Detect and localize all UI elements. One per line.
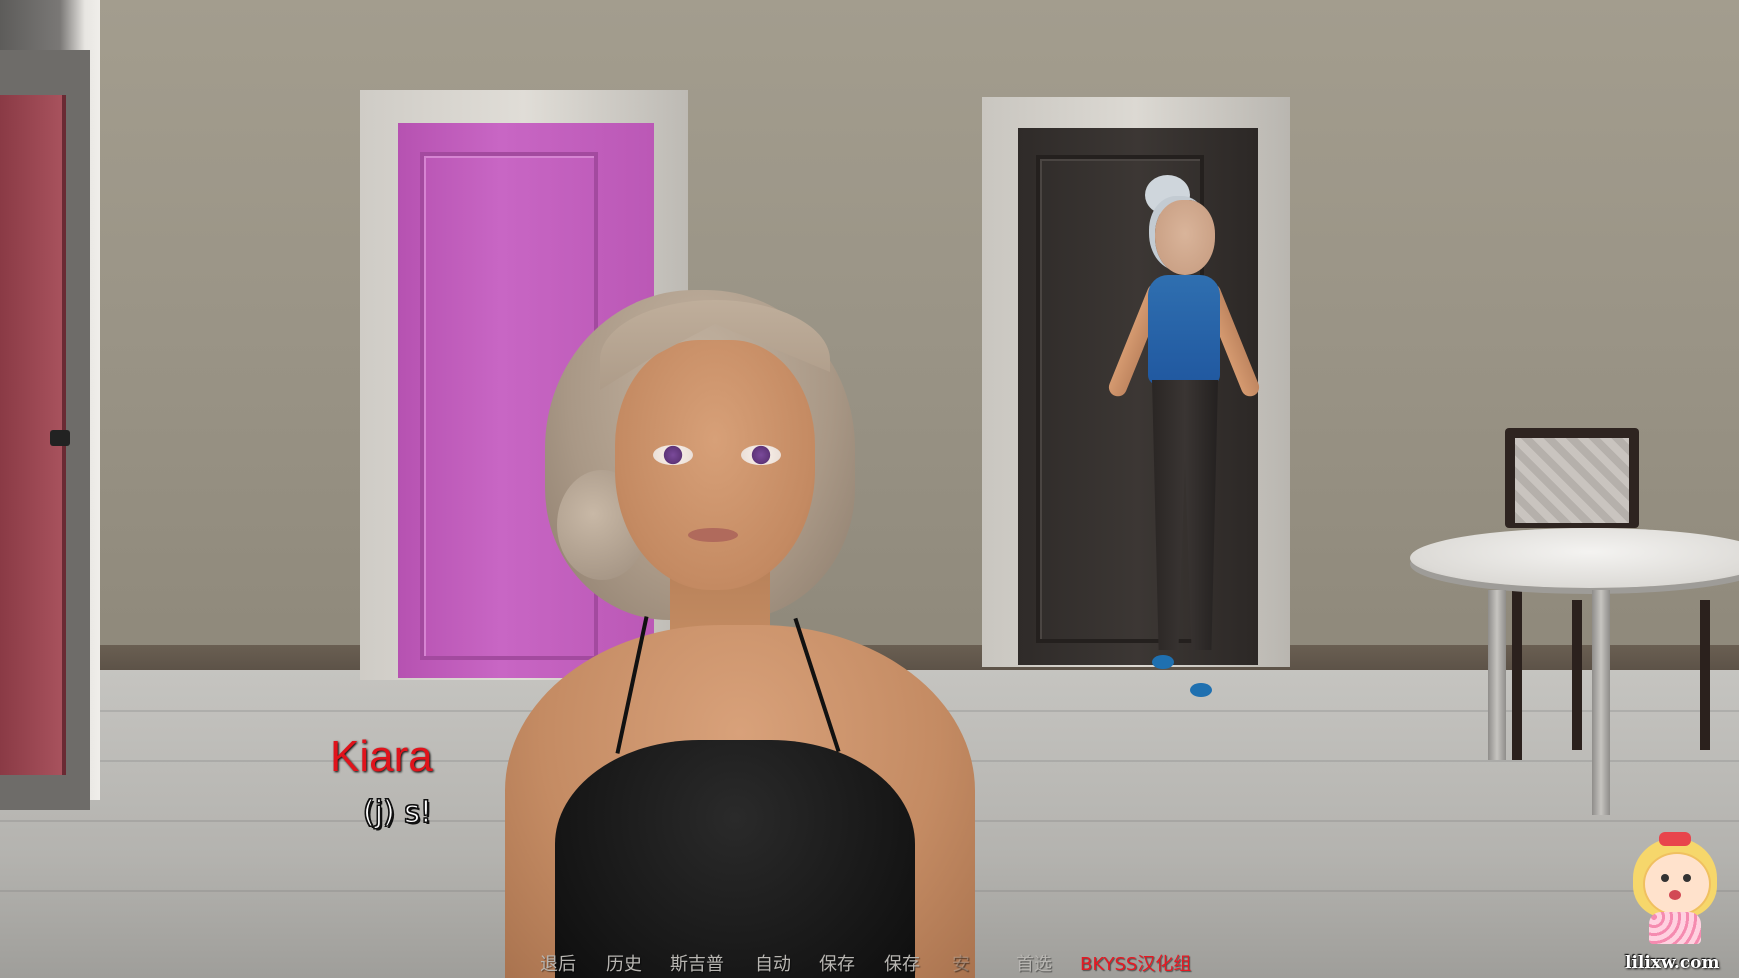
- quick-menu: 退后 历史 斯吉普 自动 保存 保存 安 首选 BKYSS汉化组: [0, 952, 1739, 978]
- translation-credit: BKYSS汉化组: [1080, 954, 1192, 975]
- dialogue-text[interactable]: (j) s!: [363, 797, 433, 828]
- chair-leg: [1700, 600, 1710, 750]
- table-leg: [1592, 590, 1610, 815]
- chair-leg: [1512, 590, 1522, 760]
- quick-menu-auto-button[interactable]: 自动: [755, 954, 791, 976]
- character-head: [1155, 200, 1215, 275]
- character-lips: [688, 528, 738, 542]
- mascot-body: [1649, 912, 1701, 944]
- mascot-face: [1643, 852, 1711, 916]
- blue-shoe: [1190, 683, 1212, 697]
- quick-menu-save-button[interactable]: 保存: [819, 954, 855, 976]
- quick-menu-history-button[interactable]: 历史: [606, 954, 642, 976]
- game-scene[interactable]: Kiara (j) s! 退后 历史 斯吉普 自动 保存 保存 安 首选 BKY…: [0, 0, 1739, 978]
- character-woman-blue-top: [1090, 175, 1270, 705]
- chair-leg: [1572, 600, 1582, 750]
- chair-cushion: [1515, 438, 1629, 523]
- blue-shoe: [1152, 655, 1174, 669]
- mascot-eye: [1683, 874, 1691, 882]
- site-watermark: lilixw.com: [1625, 953, 1720, 973]
- speaker-name: Kiara: [330, 732, 433, 781]
- table-leg: [1488, 590, 1506, 760]
- quick-menu-quickload-button[interactable]: 安: [952, 954, 970, 976]
- mascot-logo: [1625, 830, 1725, 950]
- blue-top: [1148, 275, 1220, 385]
- character-face: [615, 340, 815, 590]
- mascot-bow: [1659, 832, 1691, 846]
- door-handle: [50, 430, 70, 446]
- quick-menu-skip-button[interactable]: 斯吉普: [670, 954, 724, 976]
- quick-menu-quicksave-button[interactable]: 保存: [884, 954, 920, 976]
- quick-menu-preferences-button[interactable]: 首选: [1016, 954, 1052, 976]
- mascot-mouth: [1669, 890, 1681, 900]
- character-eye: [741, 445, 781, 465]
- mascot-eye: [1661, 874, 1669, 882]
- dark-pants: [1152, 380, 1218, 650]
- character-kiara: [505, 280, 975, 978]
- black-top: [555, 740, 915, 978]
- character-eye: [653, 445, 693, 465]
- quick-menu-back-button[interactable]: 退后: [540, 954, 576, 976]
